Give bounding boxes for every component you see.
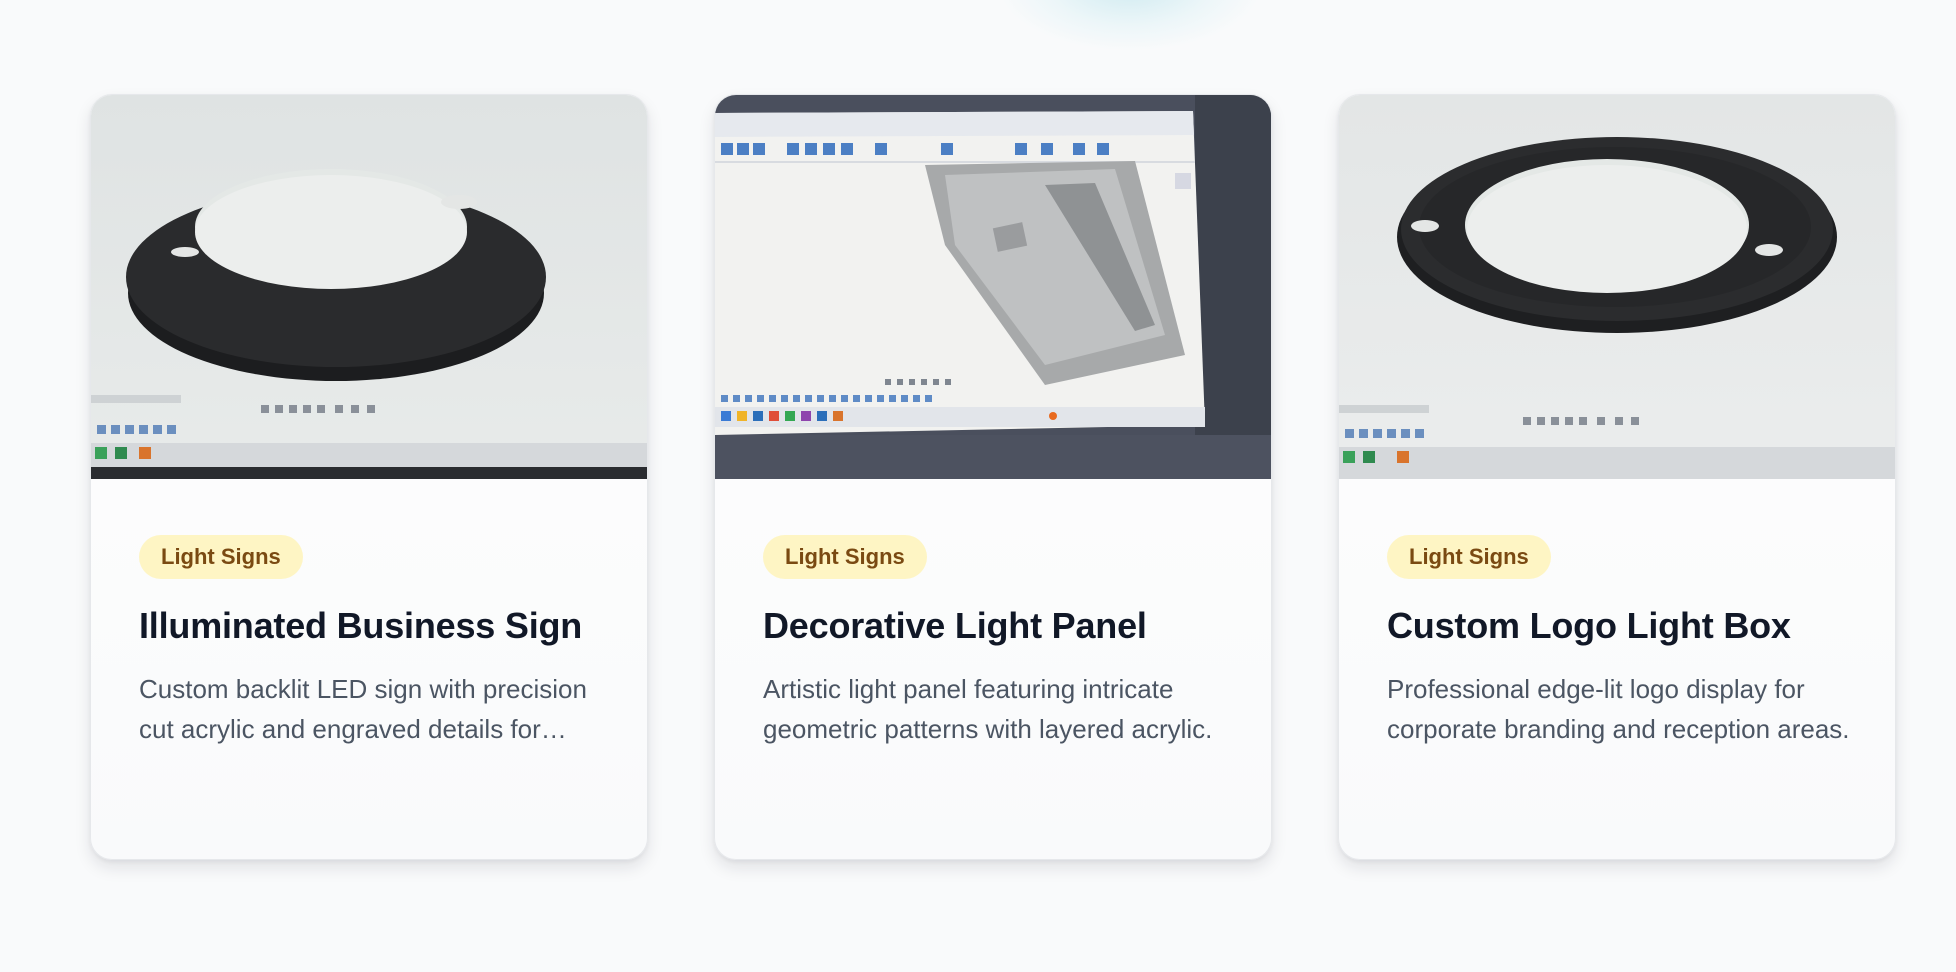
project-card-custom-logo-light-box[interactable]: Light Signs Custom Logo Light Box Profes…	[1338, 94, 1896, 860]
card-title[interactable]: Decorative Light Panel	[763, 605, 1231, 647]
project-card-decorative-light-panel[interactable]: Light Signs Decorative Light Panel Artis…	[714, 94, 1272, 860]
project-image	[1339, 95, 1895, 479]
category-tag: Light Signs	[139, 535, 303, 579]
card-title[interactable]: Custom Logo Light Box	[1387, 605, 1855, 647]
card-description: Custom backlit LED sign with precision c…	[139, 674, 587, 744]
category-tag: Light Signs	[763, 535, 927, 579]
card-description: Professional edge-lit logo display for c…	[1387, 674, 1850, 744]
decorative-glow	[1000, 0, 1260, 50]
card-title[interactable]: Illuminated Business Sign	[139, 605, 607, 647]
project-image	[91, 95, 647, 479]
category-tag: Light Signs	[1387, 535, 1551, 579]
card-description: Artistic light panel featuring intricate…	[763, 674, 1213, 744]
project-card-illuminated-business-sign[interactable]: Light Signs Illuminated Business Sign Cu…	[90, 94, 648, 860]
project-image	[715, 95, 1271, 479]
